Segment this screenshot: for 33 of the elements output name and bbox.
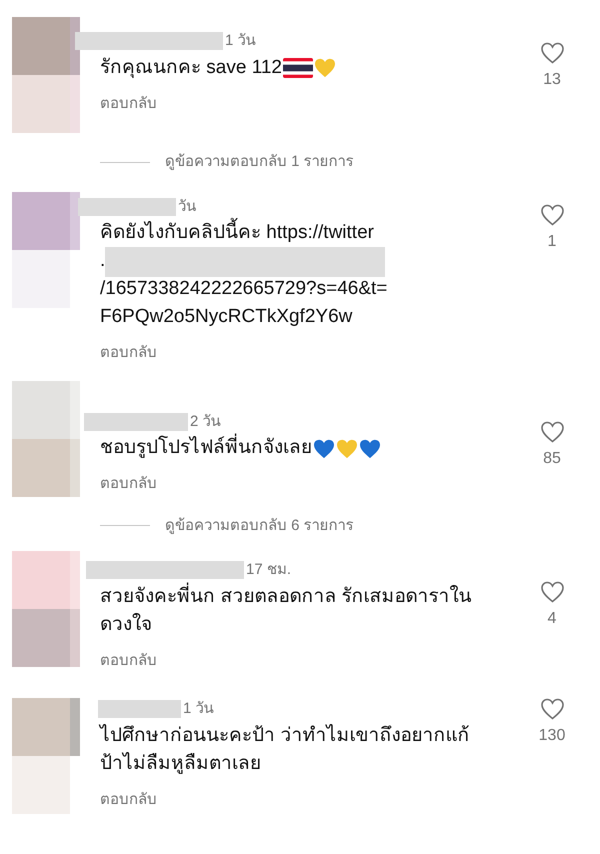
comment-time: 17 ชม.	[246, 560, 292, 580]
reply-button[interactable]: ตอบกลับ	[100, 92, 157, 115]
reply-button[interactable]: ตอบกลับ	[100, 342, 157, 364]
like-count: 4	[548, 609, 556, 629]
comment-text: สวยจังคะพี่นก สวยตลอดกาล รักเสมอดาราใน	[100, 582, 472, 612]
like-count: 130	[538, 726, 566, 746]
comment-time: 1 วัน	[225, 31, 256, 51]
comment-text: /1657338242222665729?s=46&t=	[100, 277, 388, 302]
comment-text: F6PQw2o5NycRCTkXgf2Y6w	[100, 305, 352, 330]
reply-button[interactable]: ตอบกลับ	[100, 788, 157, 811]
view-replies-button[interactable]: ดูข้อความตอบกลับ 6 รายการ	[165, 514, 354, 537]
like-icon[interactable]	[540, 42, 564, 64]
like-icon[interactable]	[540, 204, 564, 226]
comment-text: คิดยังไงกับคลิปนี้คะ https://twitter	[100, 219, 374, 248]
comment-time: วัน	[178, 196, 196, 216]
comment-text: รักคุณนกคะ save 112	[100, 56, 282, 80]
comment-time: 2 วัน	[190, 412, 221, 432]
comment-text: ดวงใจ	[100, 612, 152, 637]
reply-button[interactable]: ตอบกลับ	[100, 473, 157, 496]
like-icon[interactable]	[540, 698, 564, 720]
like-icon[interactable]	[540, 420, 564, 442]
like-count: 1	[548, 232, 556, 252]
view-replies-button[interactable]: ดูข้อความตอบกลับ 1 รายการ	[165, 151, 354, 174]
like-count: 13	[543, 70, 561, 90]
flag-icon	[282, 58, 313, 78]
like-icon[interactable]	[540, 581, 564, 603]
reply-button[interactable]: ตอบกลับ	[100, 650, 157, 672]
like-count: 85	[543, 448, 561, 468]
comment-text: ไปศึกษาก่อนนะคะป้า ว่าทำไมเขาถึงอยากแก้	[100, 723, 470, 748]
comment-text: ชอบรูปโปรไฟล์พี่นกจังเลย	[100, 434, 312, 463]
comment-text: ป้าไม่ลืมหูลืมตาเลย	[100, 751, 261, 776]
comment-text: .	[100, 249, 106, 274]
comment-time: 1 วัน	[183, 699, 214, 719]
